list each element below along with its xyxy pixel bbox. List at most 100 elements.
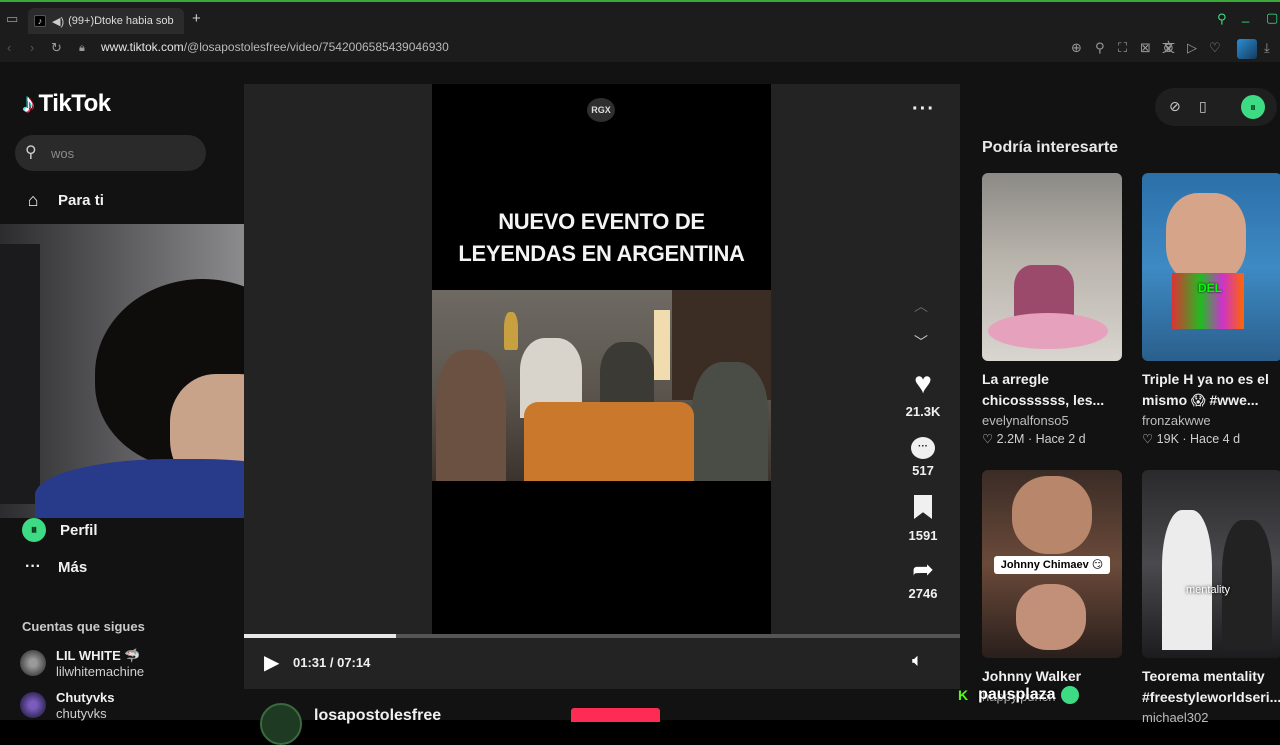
recommendations-title: Podría interesarte (982, 139, 1119, 156)
account-handle: lilwhitemachine (56, 664, 145, 679)
card-thumbnail[interactable]: mentality (1142, 470, 1280, 658)
next-video-icon[interactable]: ﹀ (914, 332, 928, 352)
card-title: Triple H ya no es el mismo 😱 #wwe... (1142, 371, 1269, 408)
video-player[interactable]: RGX NUEVO EVENTO DE LEYENDAS EN ARGENTIN… (244, 84, 960, 689)
more-dots-icon: ··· (25, 558, 41, 575)
browser-tab[interactable]: ♪ ◀) (99+)Dtoke habia sob (28, 8, 184, 34)
comment-button[interactable]: ··· 517 (878, 436, 968, 478)
share-button[interactable]: ➦ 2746 (878, 556, 968, 601)
play-icon[interactable]: ▶ (264, 650, 279, 675)
nav-for-you[interactable]: ⌂ Para ti (22, 190, 104, 211)
scene-person-1 (436, 350, 506, 481)
screenshot-icon[interactable]: ⛶ (1118, 40, 1127, 56)
video-headline: NUEVO EVENTO DE LEYENDAS EN ARGENTINA (432, 206, 771, 270)
thumb-person (1166, 193, 1246, 283)
browser-tab-bar: ▭ ♪ ◀) (99+)Dtoke habia sob + ⚲ _ ▢ (0, 0, 1280, 36)
card-meta: ♡ 19K · Hace 4 d (1142, 432, 1241, 446)
recommendation-card[interactable]: Johnny Chimaev 😏 Johnny Walker happy.pun… (982, 470, 1122, 704)
volume-icon[interactable]: 🔈︎ (912, 650, 923, 671)
thumb-plate (988, 313, 1108, 349)
save-button[interactable]: 1591 (878, 495, 968, 543)
search-icon: ⚲ (25, 144, 37, 161)
card-thumbnail[interactable] (982, 173, 1122, 361)
author-avatar[interactable] (260, 703, 302, 745)
save-count: 1591 (908, 528, 938, 543)
minimize-icon[interactable]: _ (1242, 8, 1249, 24)
lock-icon: 🔒︎ (79, 42, 85, 54)
top-right-controls: ⊘ ▯ ⏸︎ (1155, 88, 1277, 126)
stream-overlay: K pausplaza (958, 686, 1080, 704)
browser-address-bar: ‹ › ↻ 🔒︎ www.tiktok.com/@losapostolesfre… (0, 36, 1280, 62)
tiktok-favicon-icon: ♪ (34, 15, 46, 27)
card-author: michael302 (1142, 710, 1209, 725)
share-count: 2746 (908, 586, 938, 601)
maximize-icon[interactable]: ▢ (1266, 10, 1278, 26)
pin-icon[interactable]: ⚲ (1095, 40, 1105, 56)
tab-title: (99+)Dtoke habia sob (68, 15, 174, 27)
comment-icon: ··· (911, 437, 935, 459)
card-author: evelynalfonso5 (982, 413, 1069, 428)
zoom-icon[interactable]: ⊕ (1071, 40, 1082, 56)
nav-profile[interactable]: ⏸︎ Perfil (22, 518, 98, 542)
brand-name: TikTok (38, 89, 112, 117)
device-icon[interactable]: ▯ (1199, 98, 1207, 115)
video-scene (432, 290, 771, 481)
forward-icon[interactable]: › (30, 40, 34, 56)
followed-account[interactable]: LIL WHITE 🦈 lilwhitemachine (20, 648, 144, 680)
translate-icon-alt[interactable]: 文 (1162, 40, 1175, 56)
avatar (20, 650, 46, 676)
like-button[interactable]: ♥ 21.3K (878, 368, 968, 420)
avatar (1061, 686, 1080, 704)
card-title: La arregle chicossssss, les... (982, 371, 1105, 408)
url-path: /@losapostolesfree/video/754200658543904… (183, 40, 449, 54)
nav-more[interactable]: ··· Más (22, 558, 87, 576)
download-icon[interactable]: ⤓ (1264, 40, 1270, 56)
more-options-icon[interactable]: ··· (912, 98, 935, 121)
back-icon[interactable]: ‹ (7, 40, 11, 56)
card-thumbnail[interactable]: Johnny Chimaev 😏 (982, 470, 1122, 658)
search-tabs-icon[interactable]: ⚲ (1217, 11, 1227, 27)
thumb-face-top (1012, 476, 1092, 554)
tiktok-page: ♪ TikTok ⚲ wos ⌂ Para ti ⏸︎ Perfil ··· M… (0, 62, 1280, 745)
previous-video-icon[interactable]: ︿ (914, 296, 928, 316)
profile-extension-icon[interactable] (1237, 39, 1257, 59)
following-title: Cuentas que sigues (22, 619, 145, 634)
thumb-caption: DEL (1198, 281, 1222, 295)
kick-logo-icon: K (958, 687, 969, 703)
bookmark-icon (914, 495, 932, 519)
adblock-icon[interactable]: ⊠ (1140, 40, 1151, 56)
card-author: fronzakwwe (1142, 413, 1211, 428)
search-input[interactable]: ⚲ wos (15, 135, 206, 171)
thumb-person (1162, 510, 1212, 650)
new-tab-button[interactable]: + (192, 11, 201, 27)
author-name[interactable]: losapostolesfree (314, 707, 441, 725)
recommendation-card[interactable]: mentality Teorema mentality #freestylewo… (1142, 470, 1280, 725)
url-field[interactable]: www.tiktok.com/@losapostolesfree/video/7… (101, 40, 449, 54)
heart-icon[interactable]: ♡ (1209, 40, 1221, 56)
comment-count: 517 (912, 463, 934, 478)
nav-more-label: Más (58, 558, 88, 576)
compass-icon[interactable]: ⊘ (1169, 98, 1181, 115)
headline-line-2: LEYENDAS EN ARGENTINA (458, 241, 745, 266)
card-title: Johnny Walker (982, 668, 1082, 684)
send-icon[interactable]: ▷ (1187, 40, 1197, 56)
nav-profile-label: Perfil (60, 521, 98, 539)
avatar[interactable]: ⏸︎ (1241, 95, 1265, 119)
followed-account[interactable]: Chutyvks chutyvks (20, 690, 115, 722)
video-controls: ▶ 01:31 / 07:14 🔈︎ (244, 638, 960, 689)
video-frame[interactable]: RGX NUEVO EVENTO DE LEYENDAS EN ARGENTIN… (432, 84, 771, 634)
recommendation-card[interactable]: La arregle chicossssss, les... evelynalf… (982, 173, 1122, 446)
speaker-icon: ◀) (52, 15, 65, 28)
avatar (20, 692, 46, 718)
search-value: wos (51, 146, 75, 161)
card-thumbnail[interactable]: DEL (1142, 173, 1280, 361)
card-meta: ♡ 2.2M · Hace 2 d (982, 432, 1086, 446)
tab-overview-icon[interactable]: ▭ (6, 11, 18, 27)
recommendation-card[interactable]: DEL Triple H ya no es el mismo 😱 #wwe...… (1142, 173, 1280, 446)
tiktok-logo[interactable]: ♪ TikTok (22, 88, 111, 119)
headline-line-1: NUEVO EVENTO DE (498, 209, 705, 234)
account-name: Chutyvks (56, 690, 115, 705)
reload-icon[interactable]: ↻ (51, 40, 62, 56)
tiktok-note-icon: ♪ (22, 88, 35, 118)
share-icon: ➦ (912, 554, 934, 584)
